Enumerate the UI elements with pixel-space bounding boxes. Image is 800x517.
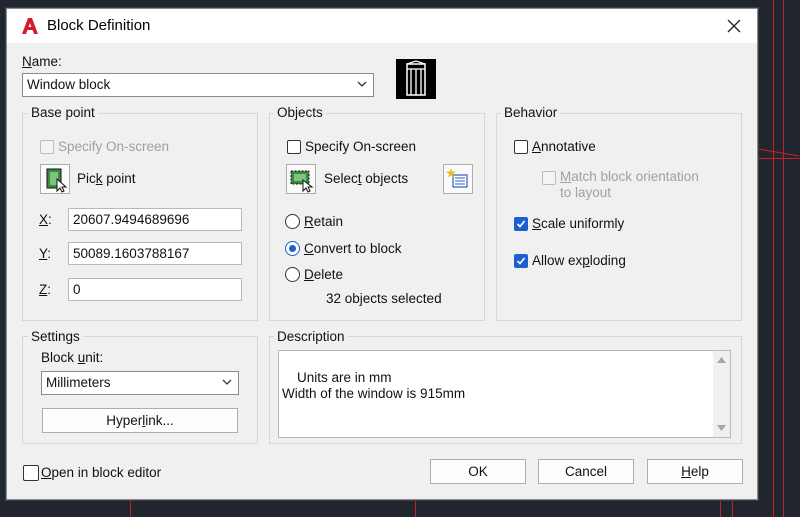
chevron-down-icon bbox=[222, 379, 232, 385]
select-objects-icon bbox=[290, 170, 314, 193]
hyperlink-button[interactable]: Hyperlink... bbox=[42, 408, 238, 433]
cad-line bbox=[773, 0, 774, 517]
close-button[interactable] bbox=[711, 9, 757, 43]
cad-line bbox=[130, 498, 131, 517]
annotative-checkbox[interactable] bbox=[514, 140, 528, 154]
name-label: Name: bbox=[22, 54, 62, 69]
cad-line bbox=[415, 498, 416, 517]
cad-line bbox=[783, 0, 784, 517]
cad-line bbox=[755, 148, 800, 157]
cad-line bbox=[732, 498, 733, 517]
z-label: Z: bbox=[39, 282, 52, 297]
annotative-label: Annotative bbox=[532, 139, 596, 154]
objects-specify-onscreen-checkbox[interactable] bbox=[287, 140, 301, 154]
scroll-up-icon[interactable] bbox=[717, 357, 726, 363]
match-orientation-checkbox[interactable] bbox=[542, 171, 556, 185]
y-coordinate-input[interactable]: 50089.1603788167 bbox=[68, 242, 242, 265]
title-bar[interactable]: Block Definition bbox=[7, 9, 757, 43]
base-point-title: Base point bbox=[28, 105, 98, 120]
select-objects-label: Select objects bbox=[324, 171, 409, 186]
behavior-title: Behavior bbox=[501, 105, 561, 120]
retain-radio[interactable] bbox=[285, 214, 300, 229]
pick-point-button[interactable] bbox=[40, 164, 70, 194]
z-coordinate-input[interactable]: 0 bbox=[68, 278, 242, 301]
x-label: X: bbox=[39, 212, 52, 227]
x-coordinate-input[interactable]: 20607.9494689696 bbox=[68, 208, 242, 231]
block-unit-value: Millimeters bbox=[46, 375, 111, 390]
chevron-down-icon bbox=[357, 81, 367, 87]
scroll-down-icon[interactable] bbox=[717, 425, 726, 431]
autocad-logo-icon bbox=[19, 15, 41, 37]
allow-exploding-checkbox[interactable] bbox=[514, 254, 528, 268]
name-combobox[interactable]: Window block bbox=[22, 73, 374, 97]
pick-point-icon bbox=[46, 168, 68, 193]
checkmark-icon bbox=[516, 220, 526, 228]
match-orientation-label: Match block orientation to layout bbox=[560, 169, 699, 200]
objects-title: Objects bbox=[274, 105, 326, 120]
quick-select-icon bbox=[446, 168, 468, 188]
delete-label: Delete bbox=[304, 267, 344, 282]
quick-select-button[interactable] bbox=[443, 164, 473, 194]
open-in-block-editor-label: Open in block editor bbox=[41, 465, 162, 480]
pick-point-label: Pick point bbox=[77, 171, 136, 186]
allow-exploding-label: Allow exploding bbox=[532, 253, 626, 268]
cancel-button[interactable]: Cancel bbox=[538, 459, 634, 484]
description-text: Units are in mm Width of the window is 9… bbox=[282, 370, 466, 401]
settings-title: Settings bbox=[28, 329, 83, 344]
base-specify-onscreen-checkbox[interactable] bbox=[40, 140, 54, 154]
cad-line bbox=[756, 158, 800, 159]
description-scrollbar[interactable] bbox=[713, 351, 730, 437]
name-combobox-value: Window block bbox=[27, 77, 111, 92]
block-definition-dialog: Block Definition Name: Window block Base… bbox=[6, 8, 758, 500]
retain-label: Retain bbox=[304, 214, 344, 229]
dialog-title: Block Definition bbox=[47, 17, 151, 34]
scale-uniformly-label: Scale uniformly bbox=[532, 216, 625, 231]
y-label: Y: bbox=[39, 246, 52, 261]
objects-selected-status: 32 objects selected bbox=[326, 291, 442, 306]
open-in-block-editor-checkbox[interactable] bbox=[23, 465, 39, 481]
description-textarea[interactable]: Units are in mm Width of the window is 9… bbox=[278, 350, 731, 438]
help-button[interactable]: Help bbox=[647, 459, 743, 484]
cad-line bbox=[720, 498, 721, 517]
block-unit-label: Block unit: bbox=[41, 350, 104, 365]
convert-to-block-radio[interactable] bbox=[285, 241, 300, 256]
block-unit-select[interactable]: Millimeters bbox=[41, 371, 239, 395]
delete-radio[interactable] bbox=[285, 267, 300, 282]
checkmark-icon bbox=[516, 257, 526, 265]
convert-to-block-label: Convert to block bbox=[304, 241, 402, 256]
base-specify-onscreen-label: Specify On-screen bbox=[58, 139, 170, 154]
close-icon bbox=[727, 19, 741, 33]
objects-specify-onscreen-label: Specify On-screen bbox=[305, 139, 417, 154]
select-objects-button[interactable] bbox=[286, 164, 316, 194]
scale-uniformly-checkbox[interactable] bbox=[514, 217, 528, 231]
ok-button[interactable]: OK bbox=[430, 459, 526, 484]
description-title: Description bbox=[274, 329, 348, 344]
block-preview-icon bbox=[396, 59, 436, 99]
